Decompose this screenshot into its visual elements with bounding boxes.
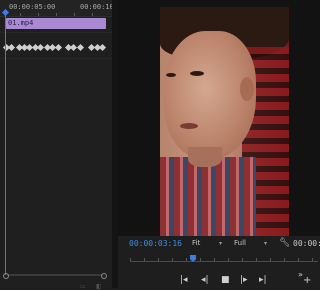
go-to-out-icon[interactable]: ▸|: [259, 276, 267, 285]
current-timecode[interactable]: 00:00:03:16: [129, 239, 182, 248]
video-frame: [160, 7, 289, 236]
video-mouth-area: [180, 123, 198, 129]
timeline-panel[interactable]: 00:00:05:00 00:00:10 01.mp4 ▭ ◧: [0, 0, 114, 290]
track-divider: [0, 32, 112, 33]
video-eye-area: [166, 73, 176, 77]
ruler-tick: [56, 13, 57, 16]
video-ear-area: [240, 77, 254, 101]
wrench-icon[interactable]: 🔧︎: [279, 238, 290, 248]
duration-timecode: 00:00:1: [293, 239, 320, 248]
video-neck-area: [188, 147, 222, 167]
ruler-tick: [74, 13, 75, 16]
timeline-zoom-scrollbar[interactable]: [3, 273, 107, 279]
keyframe-marker[interactable]: [54, 43, 63, 52]
keyframe-marker[interactable]: [98, 43, 107, 52]
keyframe-marker[interactable]: [76, 43, 85, 52]
scrollbar-right-handle[interactable]: [101, 273, 107, 279]
clip-label: 01.mp4: [8, 19, 34, 27]
resolution-dropdown[interactable]: Full: [234, 239, 246, 247]
scrollbar-left-handle[interactable]: [3, 273, 9, 279]
video-clip[interactable]: 01.mp4: [6, 18, 106, 29]
scrubber-bar[interactable]: [130, 261, 318, 262]
video-eye-area: [190, 71, 204, 76]
monitor-controls: 00:00:03:16 Fit ▾ Full ▾ 🔧︎ 00:00:1 |◂ ◂…: [118, 236, 320, 288]
track-options-icon[interactable]: ▭: [80, 283, 86, 290]
step-back-frame-icon[interactable]: ◂|: [201, 276, 209, 285]
ruler-time-right: 00:00:10: [80, 3, 114, 11]
playhead-line: [5, 13, 6, 275]
ruler-tick: [92, 13, 93, 16]
zoom-dropdown[interactable]: Fit: [192, 239, 200, 247]
scrollbar-track[interactable]: [7, 274, 103, 276]
chevron-down-icon[interactable]: ▾: [264, 240, 267, 247]
add-icon[interactable]: +: [303, 276, 311, 286]
stop-icon[interactable]: ■: [221, 276, 230, 285]
ruler-tick: [38, 13, 39, 16]
ruler-time-left: 00:00:05:00: [9, 3, 56, 11]
video-shirt-area: [160, 157, 256, 236]
track-divider: [0, 58, 112, 59]
keyframe-marker[interactable]: [7, 43, 16, 52]
time-ruler[interactable]: 00:00:05:00 00:00:10: [0, 0, 114, 17]
track-settings-icon[interactable]: ◧: [96, 283, 102, 290]
ruler-tick: [20, 13, 21, 16]
step-forward-icon[interactable]: |▸: [240, 276, 248, 285]
step-back-icon[interactable]: |◂: [180, 276, 188, 285]
chevron-down-icon[interactable]: ▾: [219, 240, 222, 247]
